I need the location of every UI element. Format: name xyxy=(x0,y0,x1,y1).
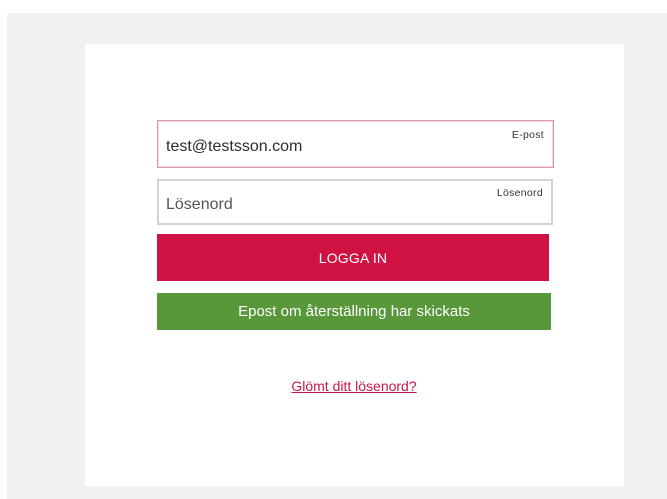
password-field[interactable]: Lösenord xyxy=(157,179,553,225)
reset-email-sent-banner: Epost om återställning har skickats xyxy=(157,293,551,330)
password-label: Lösenord xyxy=(496,187,543,199)
email-label: E-post xyxy=(511,129,544,141)
email-field[interactable]: E-post xyxy=(157,120,554,168)
password-input[interactable] xyxy=(166,196,486,214)
email-input[interactable] xyxy=(166,138,486,156)
forgot-password-link[interactable]: Glömt ditt lösenord? xyxy=(0,378,667,394)
login-button[interactable]: LOGGA IN xyxy=(157,234,549,281)
